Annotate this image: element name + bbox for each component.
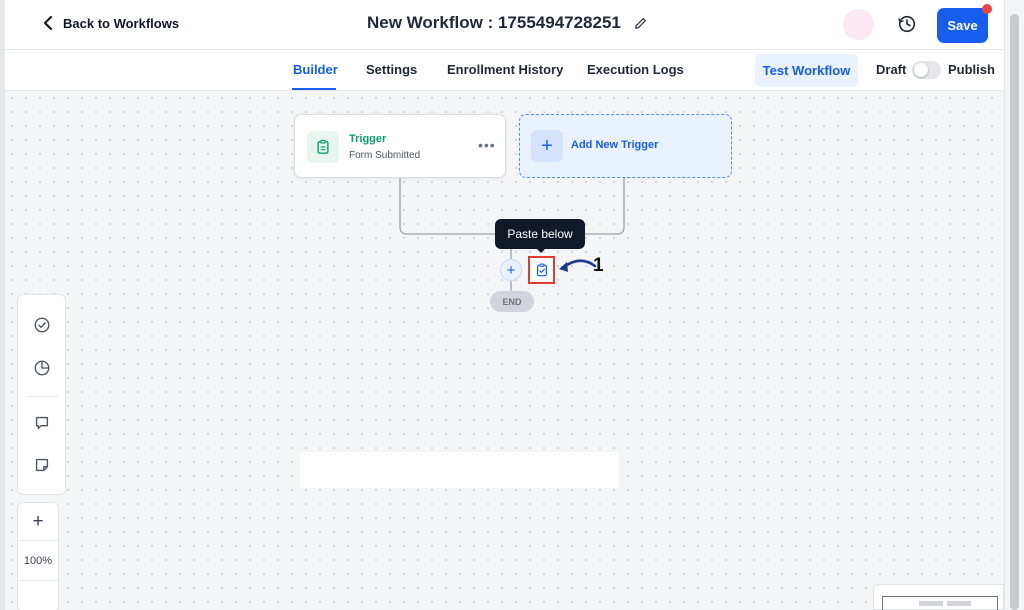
tab-settings[interactable]: Settings [366,62,417,77]
avatar[interactable] [843,9,874,40]
workflow-canvas[interactable]: Trigger Form Submitted ••• + Add New Tri… [5,91,1004,610]
notification-dot [982,4,992,14]
trigger-title: Trigger [349,133,387,145]
comment-icon[interactable] [30,411,54,435]
pie-chart-icon[interactable] [30,356,54,380]
pencil-icon[interactable] [633,16,648,31]
tab-enrollment-history[interactable]: Enrollment History [447,62,563,77]
scrollbar-thumb[interactable] [1010,14,1019,610]
publish-label: Publish [948,62,995,77]
workflow-title: New Workflow : 1755494728251 [367,13,648,33]
top-bar: Back to Workflows New Workflow : 1755494… [5,0,1004,50]
zoom-level: 100% [18,541,58,581]
minimap-block [919,601,943,606]
zoom-in-button[interactable]: + [18,503,58,541]
vertical-scrollbar[interactable] [1004,0,1024,610]
chevron-left-icon [43,15,53,31]
trigger-subtitle: Form Submitted [349,150,421,161]
test-workflow-button[interactable]: Test Workflow [755,54,858,87]
paste-below-tooltip: Paste below [495,219,585,249]
more-options-button[interactable]: ••• [478,137,496,153]
tab-builder[interactable]: Builder [293,62,338,77]
trigger-card[interactable]: Trigger Form Submitted ••• [294,114,506,178]
clipboard-icon [307,131,339,163]
zoom-controls: + 100% [17,502,59,610]
tab-execution-logs[interactable]: Execution Logs [587,62,684,77]
add-action-button[interactable]: + [500,259,522,281]
sticky-note-icon[interactable] [30,453,54,477]
draft-label: Draft [876,62,907,77]
blank-placeholder [300,452,619,488]
end-node: END [490,291,534,312]
toggle-knob [914,63,928,77]
history-icon[interactable] [897,14,917,34]
minimap-block [947,601,971,606]
add-trigger-label: Add New Trigger [571,139,659,151]
workflow-title-text: New Workflow : 1755494728251 [367,13,621,32]
step-number-badge: 1 [593,255,604,276]
active-tab-indicator [292,88,336,90]
tools-divider [27,396,58,397]
save-button[interactable]: Save [937,8,988,43]
tooltip-arrow [536,248,546,253]
plus-icon: + [531,130,563,162]
check-circle-icon[interactable] [30,313,54,337]
publish-toggle[interactable] [912,61,941,79]
add-new-trigger-button[interactable]: + Add New Trigger [519,114,732,178]
annotation-arrow [562,259,597,269]
canvas-tools-panel [17,294,66,495]
minimap-viewport [882,596,998,610]
minimap[interactable] [873,584,1004,610]
paste-below-button[interactable] [528,256,555,284]
back-label: Back to Workflows [63,15,180,31]
clipboard-check-icon [536,263,547,277]
tab-bar: Builder Settings Enrollment History Exec… [5,50,1004,91]
back-to-workflows-link[interactable]: Back to Workflows [41,15,179,31]
